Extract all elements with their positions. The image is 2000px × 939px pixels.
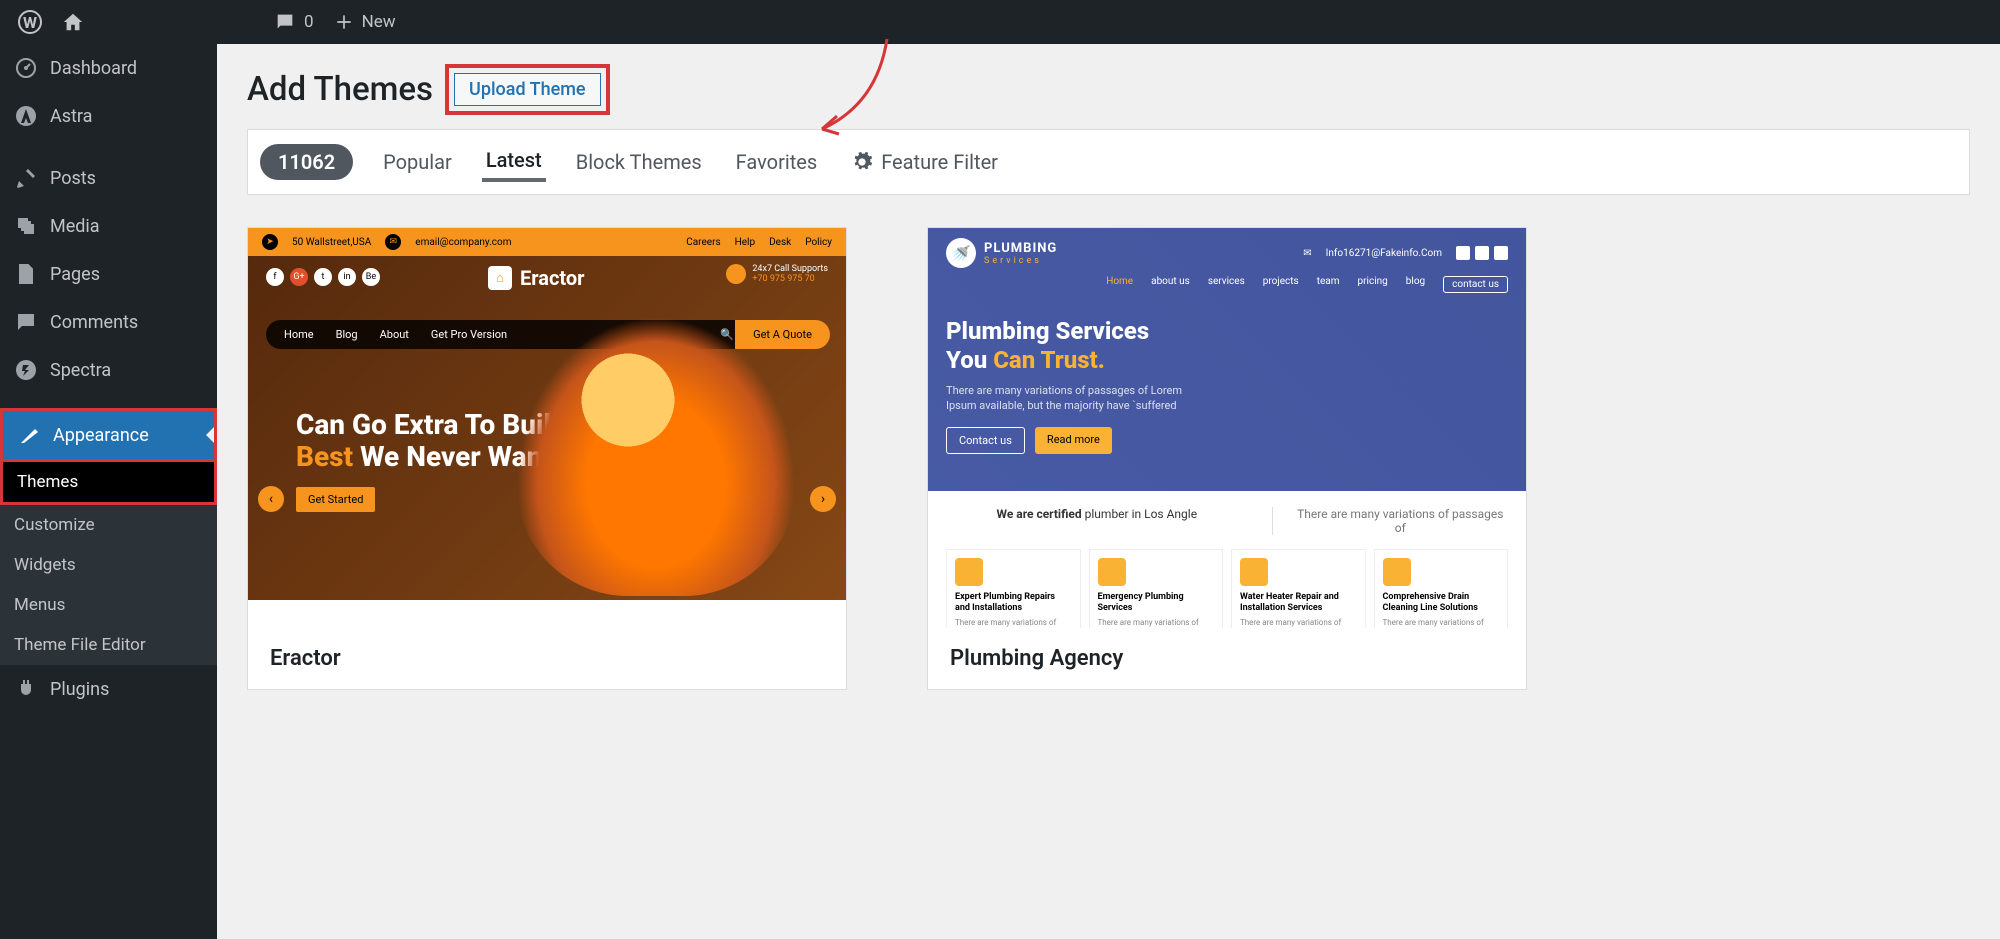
comments-count: 0	[304, 12, 314, 32]
sidebar-item-pages[interactable]: Pages	[0, 250, 217, 298]
filter-favorites[interactable]: Favorites	[732, 144, 822, 180]
phone-icon	[726, 264, 746, 284]
sidebar-item-media[interactable]: Media	[0, 202, 217, 250]
sidebar-item-plugins[interactable]: Plugins	[0, 665, 217, 713]
chevron-right-icon: ›	[810, 486, 836, 512]
page-title: Add Themes	[247, 70, 433, 109]
upload-theme-highlight: Upload Theme	[445, 64, 610, 115]
upload-theme-button[interactable]: Upload Theme	[454, 73, 601, 106]
sidebar-item-dashboard[interactable]: Dashboard	[0, 44, 217, 92]
main-content: Add Themes Upload Theme 11062 Popular La…	[217, 44, 2000, 939]
admin-sidebar: Dashboard Astra Posts Media Pages Commen…	[0, 44, 217, 939]
new-label: New	[362, 12, 396, 32]
sidebar-item-spectra[interactable]: Spectra	[0, 346, 217, 394]
theme-filter-bar: 11062 Popular Latest Block Themes Favori…	[247, 129, 1970, 195]
sidebar-subitem-customize[interactable]: Customize	[0, 505, 217, 545]
theme-card-plumbing[interactable]: 🚿 PLUMBINGServices ✉ Info16271@Fakeinfo.…	[927, 227, 1527, 690]
wp-logo[interactable]: W	[8, 10, 52, 34]
gear-icon	[851, 151, 873, 173]
theme-preview: 🚿 PLUMBINGServices ✉ Info16271@Fakeinfo.…	[928, 228, 1526, 628]
sidebar-item-appearance[interactable]: Appearance	[0, 408, 217, 462]
worker-illustration	[516, 316, 796, 596]
service-icon	[1383, 558, 1411, 586]
theme-name: Plumbing Agency	[928, 628, 1526, 689]
sidebar-item-comments[interactable]: Comments	[0, 298, 217, 346]
sidebar-item-astra[interactable]: Astra	[0, 92, 217, 140]
filter-popular[interactable]: Popular	[379, 144, 456, 180]
theme-count-pill: 11062	[260, 144, 353, 180]
admin-toolbar: W 0 New	[0, 0, 2000, 44]
mail-icon: ✉	[385, 234, 401, 250]
feature-filter[interactable]: Feature Filter	[847, 144, 1002, 180]
sidebar-subitem-widgets[interactable]: Widgets	[0, 545, 217, 585]
mail-icon: ✉	[1303, 248, 1311, 259]
filter-block-themes[interactable]: Block Themes	[572, 144, 706, 180]
location-icon: ➤	[262, 234, 278, 250]
brand-logo-icon: ⌂	[488, 266, 512, 290]
home-icon[interactable]	[52, 11, 94, 33]
sidebar-subitem-theme-file-editor[interactable]: Theme File Editor	[0, 625, 217, 665]
theme-card-eractor[interactable]: ➤ 50 Wallstreet,USA ✉ email@company.com …	[247, 227, 847, 690]
service-icon	[1240, 558, 1268, 586]
comments-link[interactable]: 0	[264, 11, 324, 33]
service-icon	[955, 558, 983, 586]
sidebar-item-posts[interactable]: Posts	[0, 154, 217, 202]
filter-latest[interactable]: Latest	[482, 142, 546, 182]
service-icon	[1098, 558, 1126, 586]
theme-name: Eractor	[248, 628, 846, 689]
faucet-icon: 🚿	[946, 238, 976, 268]
sidebar-subitem-menus[interactable]: Menus	[0, 585, 217, 625]
theme-preview: ➤ 50 Wallstreet,USA ✉ email@company.com …	[248, 228, 846, 628]
social-icons	[1456, 246, 1508, 260]
sidebar-subitem-themes[interactable]: Themes	[0, 462, 217, 505]
chevron-left-icon: ‹	[258, 486, 284, 512]
new-link[interactable]: New	[324, 12, 406, 32]
